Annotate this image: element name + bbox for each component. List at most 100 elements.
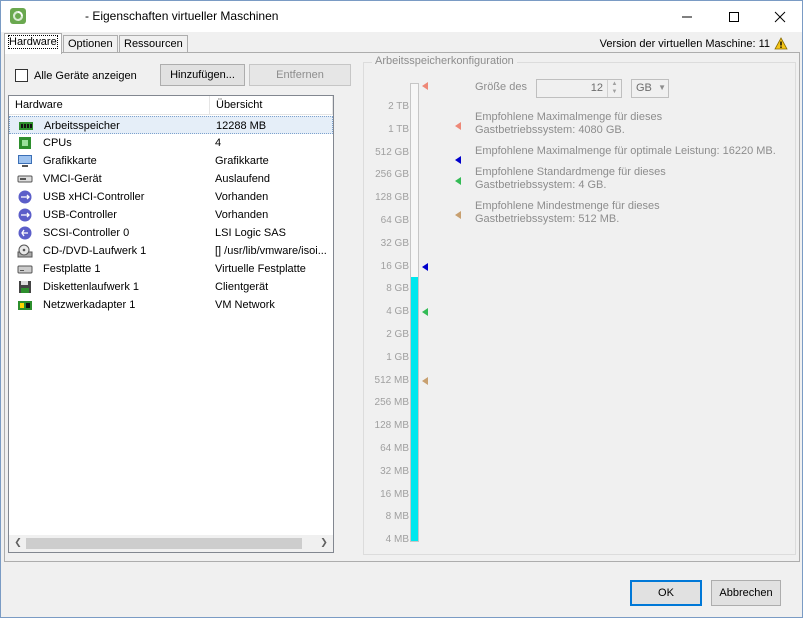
cancel-button[interactable]: Abbrechen [711,580,781,606]
memory-unit-select[interactable]: GB ▼ [631,79,669,98]
scale-tick-label: 16 GB [380,260,409,272]
hardware-summary: Auslaufend [215,173,271,185]
hardware-summary: Virtuelle Festplatte [215,263,306,275]
spin-up-icon[interactable]: ▲ [608,80,621,88]
hardware-name: Diskettenlaufwerk 1 [43,281,139,293]
chevron-down-icon: ▼ [658,83,666,92]
legend-marker-3 [455,177,461,185]
memory-size-label: Größe des [475,81,527,93]
hardware-summary: 12288 MB [216,120,267,132]
memory-marker-2 [422,262,428,271]
maximize-button[interactable] [711,1,757,32]
hardware-row-11[interactable]: Netzwerkadapter 1 VM Network [9,296,333,314]
monitor-icon [18,155,32,167]
vsphere-logo-icon [10,8,26,24]
legend-marker-4 [455,211,461,219]
scale-tick-label: 128 GB [375,192,409,204]
memory-config-title: Arbeitsspeicherkonfiguration [372,55,517,67]
close-icon [774,11,786,22]
memory-icon [19,122,33,130]
legend-line1: Empfohlene Standardmenge für dieses [475,166,666,178]
network-adapter-icon [18,301,32,310]
legend-marker-1 [455,122,461,130]
scale-tick-label: 512 GB [375,146,409,158]
scrollbar-thumb[interactable] [26,538,302,549]
column-header-hardware[interactable]: Hardware [9,96,210,115]
legend-line1: Empfohlene Maximalmenge für optimale Lei… [475,145,776,157]
hardware-row-6[interactable]: USB-Controller Vorhanden [9,206,333,224]
hardware-row-3[interactable]: Grafikkarte Grafikkarte [9,152,333,170]
floppy-icon [19,281,31,293]
hardware-summary: Grafikkarte [215,155,269,167]
minimize-icon [682,16,692,17]
scale-tick-label: 4 MB [385,534,409,546]
hardware-row-10[interactable]: Diskettenlaufwerk 1 Clientgerät [9,278,333,296]
show-all-devices[interactable]: Alle Geräte anzeigen [15,69,137,82]
scale-tick-label: 1 GB [386,351,409,363]
maximize-icon [729,11,739,22]
show-all-devices-checkbox[interactable] [15,69,28,82]
tab-options[interactable]: Optionen [63,35,118,53]
cd-dvd-icon [17,244,33,258]
hardware-summary: VM Network [215,299,275,311]
hardware-row-8[interactable]: CD-/DVD-Laufwerk 1 [] /usr/lib/vmware/iso… [9,242,333,260]
usb-icon [18,190,32,204]
add-button[interactable]: Hinzufügen... [160,64,245,86]
scale-tick-label: 4 GB [386,306,409,318]
vm-properties-window: - Eigenschaften virtueller Maschinen Har… [0,0,803,618]
cpu-icon [19,137,31,149]
hardware-name: USB xHCI-Controller [43,191,145,203]
title-bar[interactable]: - Eigenschaften virtueller Maschinen [1,1,802,32]
legend-line1: Empfohlene Maximalmenge für dieses [475,111,663,123]
legend-marker-2 [455,156,461,164]
memory-size-spinner[interactable]: ▲ ▼ [607,80,621,97]
memory-slider-fill [411,277,418,541]
hardware-summary: Vorhanden [215,191,269,203]
legend-line2: Gastbetriebssystem: 4080 GB. [475,124,625,136]
hardware-row-1[interactable]: Arbeitsspeicher 12288 MB [9,116,333,134]
legend-text-1: Empfohlene Maximalmenge für dieses Gastbe… [475,111,662,137]
scale-tick-label: 512 MB [374,374,409,386]
hardware-name: CD-/DVD-Laufwerk 1 [43,245,147,257]
legend-text-3: Empfohlene Standardmenge für dieses Gastb… [475,166,666,192]
close-button[interactable] [757,1,803,32]
hardware-summary: LSI Logic SAS [215,227,286,239]
hardware-summary: 4 [215,137,222,149]
horizontal-scrollbar[interactable]: ❮ ❯ [9,535,333,552]
tab-resources[interactable]: Ressourcen [119,35,188,53]
vm-version: Version der virtuellen Maschine: 11 [600,37,788,50]
legend-line1: Empfohlene Mindestmenge für dieses [475,200,660,212]
hardware-list: Hardware Übersicht Arbeitsspeicher 12288 … [8,95,334,553]
hardware-name: SCSI-Controller 0 [43,227,130,239]
hardware-row-7[interactable]: SCSI-Controller 0 LSI Logic SAS [9,224,333,242]
memory-marker-4 [422,376,428,385]
vm-version-label: Version der virtuellen Maschine: 11 [599,37,770,50]
column-header-summary[interactable]: Übersicht [210,96,333,115]
scale-tick-label: 2 TB [388,101,409,112]
hardware-summary: Vorhanden [215,209,269,221]
scale-tick-label: 2 GB [386,329,409,340]
memory-marker-1 [422,82,428,91]
hardware-name: VMCI-Gerät [43,173,102,185]
scale-tick-label: 1 TB [388,123,409,135]
hardware-row-9[interactable]: Festplatte 1 Virtuelle Festplatte [9,260,333,278]
scsi-icon [18,226,32,240]
remove-button[interactable]: Entfernen [249,64,351,86]
scroll-right-icon[interactable]: ❯ [317,537,331,550]
hardware-name: Grafikkarte [43,155,97,167]
scroll-left-icon[interactable]: ❮ [11,537,25,550]
hardware-name: Festplatte 1 [43,263,101,275]
hardware-row-5[interactable]: USB xHCI-Controller Vorhanden [9,188,333,206]
tab-hardware[interactable]: Hardware [4,33,62,54]
hardware-row-4[interactable]: VMCI-Gerät Auslaufend [9,170,333,188]
window-title: - Eigenschaften virtueller Maschinen [85,9,279,23]
hardware-row-2[interactable]: CPUs 4 [9,134,333,152]
ok-button[interactable]: OK [630,580,702,606]
scale-tick-label: 16 MB [380,488,409,500]
legend-text-4: Empfohlene Mindestmenge für dieses Gastbe… [475,200,660,226]
hardware-list-header: Hardware Übersicht [9,96,333,115]
legend-line2: Gastbetriebssystem: 4 GB. [475,179,607,191]
spin-down-icon[interactable]: ▼ [608,88,621,96]
scale-tick-label: 32 GB [380,237,409,249]
minimize-button[interactable] [664,1,710,32]
